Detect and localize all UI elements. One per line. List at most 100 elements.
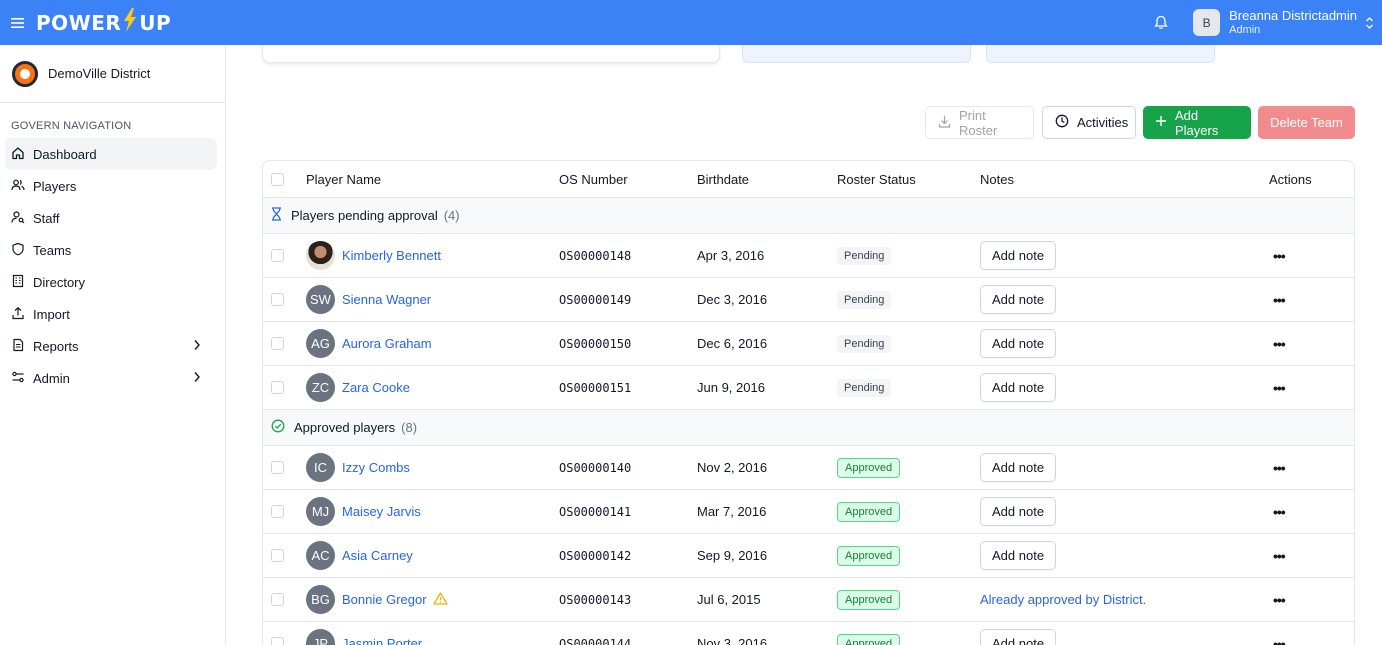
more-actions-icon[interactable]: ••• [1273, 380, 1286, 396]
status-badge: Approved [837, 633, 901, 645]
table-row[interactable]: BG Bonnie Gregor OS00000143 Jul 6, 2015 A… [263, 578, 1354, 622]
bell-icon[interactable] [1147, 9, 1175, 37]
row-checkbox[interactable] [271, 549, 284, 562]
player-name-link[interactable]: Sienna Wagner [342, 292, 431, 307]
print-roster-button[interactable]: Print Roster [925, 106, 1034, 139]
more-actions-icon[interactable]: ••• [1273, 460, 1286, 476]
player-name-link[interactable]: Aurora Graham [342, 336, 432, 351]
sidebar: DemoVille District GOVERN NAVIGATION Das… [0, 45, 226, 645]
sidebar-item-import[interactable]: Import [5, 298, 217, 330]
status-badge: Pending [837, 246, 892, 265]
status-badge: Approved [837, 501, 901, 522]
column-header[interactable]: OS Number [559, 161, 628, 197]
column-header[interactable]: Birthdate [697, 161, 749, 197]
player-name-link[interactable]: Kimberly Bennett [342, 248, 441, 263]
sidebar-item-directory[interactable]: Directory [5, 266, 217, 298]
os-number: OS00000140 [559, 460, 632, 475]
player-avatar: AC [306, 541, 335, 570]
add-note-button[interactable]: Add note [980, 629, 1057, 645]
activities-button[interactable]: Activities [1042, 106, 1136, 139]
plus-icon [1155, 115, 1175, 130]
check-circle-icon [271, 419, 294, 436]
app-logo[interactable]: POWER UP [36, 8, 171, 37]
select-all-checkbox[interactable] [271, 172, 284, 186]
table-row[interactable]: AG Aurora Graham OS00000150 Dec 6, 2016 P… [263, 322, 1354, 366]
row-checkbox[interactable] [271, 637, 284, 645]
user-role: Admin [1229, 23, 1261, 36]
player-name-link[interactable]: Jasmin Porter [342, 636, 422, 645]
add-note-button[interactable]: Add note [980, 285, 1057, 314]
add-note-button[interactable]: Add note [980, 453, 1057, 482]
row-checkbox[interactable] [271, 249, 284, 262]
add-note-button[interactable]: Add note [980, 373, 1057, 402]
birthdate: Nov 2, 2016 [697, 460, 768, 475]
sidebar-item-reports[interactable]: Reports [5, 330, 217, 362]
more-actions-icon[interactable]: ••• [1273, 636, 1286, 645]
sidebar-item-teams[interactable]: Teams [5, 234, 217, 266]
warning-icon[interactable] [432, 591, 448, 608]
hamburger-menu-icon[interactable] [0, 0, 36, 45]
district-switcher[interactable]: DemoVille District [0, 45, 225, 103]
column-header[interactable]: Roster Status [837, 161, 916, 197]
birthdate: Jul 6, 2015 [697, 592, 761, 607]
more-actions-icon[interactable]: ••• [1273, 292, 1286, 308]
player-name-link[interactable]: Asia Carney [342, 548, 413, 563]
status-badge: Approved [837, 545, 901, 566]
birthdate: Sep 9, 2016 [697, 548, 768, 563]
birthdate: Nov 3, 2016 [697, 636, 768, 645]
table-row[interactable]: Kimberly Bennett OS00000148 Apr 3, 2016 … [263, 234, 1354, 278]
row-checkbox[interactable] [271, 593, 284, 606]
home-icon [11, 146, 33, 163]
add-players-button[interactable]: Add Players [1143, 106, 1251, 139]
player-name-link[interactable]: Izzy Combs [342, 460, 410, 475]
add-note-button[interactable]: Add note [980, 497, 1057, 526]
player-avatar: BG [306, 585, 335, 614]
status-badge: Pending [837, 334, 892, 353]
more-actions-icon[interactable]: ••• [1273, 548, 1286, 564]
user-menu[interactable]: B Breanna Districtadmin Admin [1193, 0, 1382, 45]
os-number: OS00000148 [559, 248, 632, 263]
add-note-button[interactable]: Add note [980, 329, 1057, 358]
table-row[interactable]: JP Jasmin Porter OS00000144 Nov 3, 2016 A… [263, 622, 1354, 645]
user-search-icon [11, 210, 33, 227]
player-name-link[interactable]: Maisey Jarvis [342, 504, 421, 519]
download-icon [938, 115, 959, 131]
chevron-right-icon [193, 339, 209, 354]
delete-team-button[interactable]: Delete Team [1258, 106, 1355, 139]
player-name-link[interactable]: Zara Cooke [342, 380, 410, 395]
row-checkbox[interactable] [271, 337, 284, 350]
row-checkbox[interactable] [271, 505, 284, 518]
user-avatar: B [1193, 9, 1221, 36]
table-row[interactable]: ZC Zara Cooke OS00000151 Jun 9, 2016 Pend… [263, 366, 1354, 410]
column-header[interactable]: Player Name [306, 161, 381, 197]
row-checkbox[interactable] [271, 381, 284, 394]
player-avatar: ZC [306, 373, 335, 402]
table-row[interactable]: MJ Maisey Jarvis OS00000141 Mar 7, 2016 A… [263, 490, 1354, 534]
column-header: Notes [980, 171, 1014, 187]
hourglass-icon [271, 207, 291, 224]
more-actions-icon[interactable]: ••• [1273, 592, 1286, 608]
sidebar-item-players[interactable]: Players [5, 170, 217, 202]
status-badge: Approved [837, 589, 901, 610]
table-row[interactable]: AC Asia Carney OS00000142 Sep 9, 2016 App… [263, 534, 1354, 578]
shield-icon [11, 242, 33, 259]
upload-icon [11, 306, 33, 323]
add-note-button[interactable]: Add note [980, 541, 1057, 570]
sidebar-item-dashboard[interactable]: Dashboard [5, 138, 217, 170]
more-actions-icon[interactable]: ••• [1273, 248, 1286, 264]
birthdate: Mar 7, 2016 [697, 504, 767, 519]
row-checkbox[interactable] [271, 293, 284, 306]
player-name-link[interactable]: Bonnie Gregor [342, 592, 427, 607]
row-checkbox[interactable] [271, 461, 284, 474]
more-actions-icon[interactable]: ••• [1273, 504, 1286, 520]
table-row[interactable]: SW Sienna Wagner OS00000149 Dec 3, 2016 P… [263, 278, 1354, 322]
more-actions-icon[interactable]: ••• [1273, 336, 1286, 352]
status-badge: Pending [837, 290, 892, 309]
sidebar-item-staff[interactable]: Staff [5, 202, 217, 234]
table-row[interactable]: IC Izzy Combs OS00000140 Nov 2, 2016 Appr… [263, 446, 1354, 490]
sidebar-item-admin[interactable]: Admin [5, 362, 217, 394]
nav-heading: GOVERN NAVIGATION [11, 120, 132, 132]
note-link[interactable]: Already approved by District. [980, 592, 1146, 607]
add-note-button[interactable]: Add note [980, 241, 1057, 270]
chevron-right-icon [193, 371, 209, 386]
